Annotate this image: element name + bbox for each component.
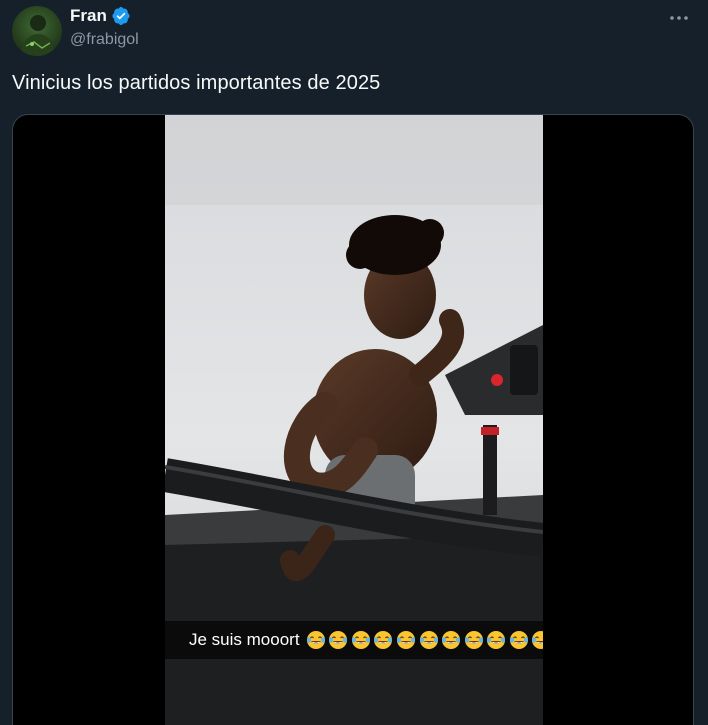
laughing-tears-emoji-icon (486, 630, 506, 650)
laughing-tears-emoji-icon (419, 630, 439, 650)
more-horizontal-icon[interactable] (664, 6, 694, 30)
laughing-tears-emoji-icon (531, 630, 543, 650)
caption-emoji-row (306, 630, 543, 650)
laughing-tears-emoji-icon (396, 630, 416, 650)
author-display-name[interactable]: Fran (70, 6, 107, 26)
tweet-text: Vinicius los partidos importantes de 202… (12, 72, 381, 94)
author-name-row: Fran (70, 6, 131, 26)
avatar[interactable] (12, 6, 62, 56)
video-caption-text: Je suis mooort (189, 630, 300, 649)
video-caption-bar: Je suis mooort (165, 621, 543, 659)
video-frame: Je suis mooort (165, 115, 543, 725)
laughing-tears-emoji-icon (464, 630, 484, 650)
tweet-card: Fran @frabigol Vinicius los partidos imp… (0, 0, 708, 725)
verified-badge-icon[interactable] (111, 6, 131, 26)
laughing-tears-emoji-icon (441, 630, 461, 650)
author-handle[interactable]: @frabigol (70, 31, 139, 49)
laughing-tears-emoji-icon (509, 630, 529, 650)
laughing-tears-emoji-icon (351, 630, 371, 650)
profile-avatar-image (12, 6, 62, 56)
video-player[interactable]: Je suis mooort (12, 114, 694, 725)
laughing-tears-emoji-icon (328, 630, 348, 650)
laughing-tears-emoji-icon (306, 630, 326, 650)
laughing-tears-emoji-icon (373, 630, 393, 650)
